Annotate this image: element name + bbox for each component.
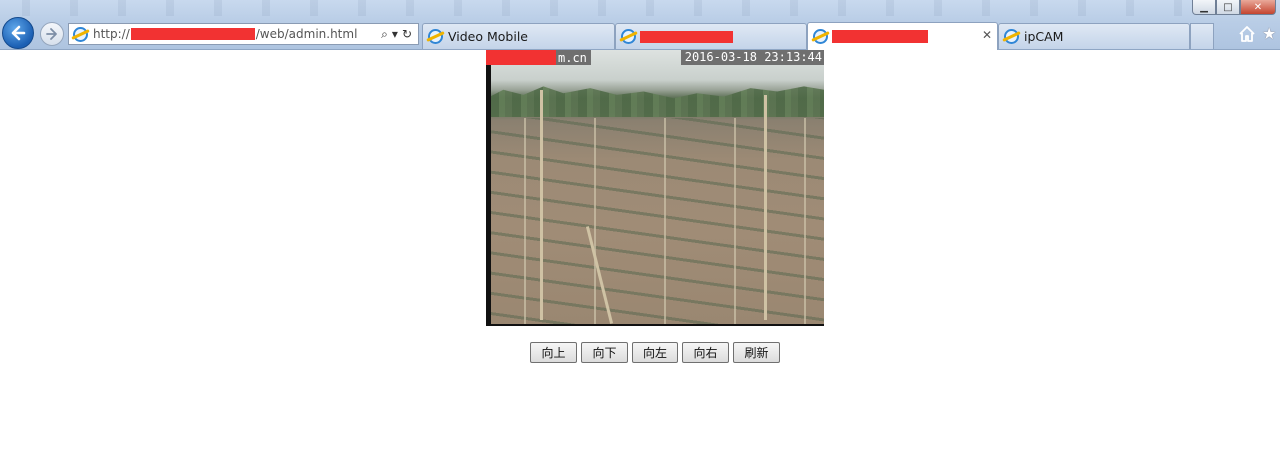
favorites-star-icon[interactable]: ★ xyxy=(1262,24,1276,43)
forward-button[interactable] xyxy=(40,22,64,46)
tab-label: Video Mobile xyxy=(448,29,528,44)
chevron-down-icon[interactable]: ▾ xyxy=(392,27,398,41)
address-tools: ⌕ ▾ ↻ xyxy=(381,27,418,42)
pan-left-button[interactable]: 向左 xyxy=(632,342,678,363)
camera-border xyxy=(486,50,491,326)
refresh-button[interactable]: 刷新 xyxy=(733,342,780,363)
tab-label-redaction xyxy=(640,30,733,43)
browser-chrome: ▁ □ ✕ http:// /web/admin.html ⌕ ▾ ↻ Video… xyxy=(0,0,1280,50)
ptz-controls: 向上 向下 向左 向右 刷新 xyxy=(530,342,780,363)
camera-border xyxy=(486,324,824,326)
url-path: /web/admin.html xyxy=(255,27,358,41)
pan-right-button[interactable]: 向右 xyxy=(682,342,729,363)
pan-up-button[interactable]: 向上 xyxy=(530,342,577,363)
tab-redacted-1[interactable] xyxy=(615,23,807,49)
tab-label-redaction xyxy=(832,30,928,43)
camera-image-pole xyxy=(764,95,767,320)
minimize-button[interactable]: ▁ xyxy=(1192,0,1216,15)
tab-video-mobile[interactable]: Video Mobile xyxy=(422,23,615,49)
new-tab-button[interactable] xyxy=(1190,23,1214,49)
ie-logo-icon xyxy=(1004,29,1019,44)
address-bar[interactable]: http:// /web/admin.html ⌕ ▾ ↻ xyxy=(68,23,419,45)
pan-down-button[interactable]: 向下 xyxy=(581,342,628,363)
tab-ipcam[interactable]: ipCAM xyxy=(998,23,1190,49)
url-redaction xyxy=(130,28,255,40)
tab-redacted-active[interactable]: ✕ xyxy=(807,22,998,50)
osd-name-redaction xyxy=(486,50,556,65)
url-prefix: http:// xyxy=(93,27,130,41)
close-window-button[interactable]: ✕ xyxy=(1240,0,1276,15)
home-icon[interactable] xyxy=(1238,25,1256,43)
title-bar xyxy=(0,0,1200,16)
osd-name-text: m.cn xyxy=(558,50,587,65)
camera-image-pole xyxy=(540,90,543,320)
close-tab-icon[interactable]: ✕ xyxy=(982,28,992,42)
ie-logo-icon xyxy=(73,26,88,42)
refresh-icon[interactable]: ↻ xyxy=(402,27,412,41)
osd-timestamp: 2016-03-18 23:13:44 xyxy=(680,50,824,65)
camera-view: m.cn 2016-03-18 23:13:44 xyxy=(486,50,824,326)
search-icon[interactable]: ⌕ xyxy=(381,27,388,42)
ie-logo-icon xyxy=(428,29,443,44)
maximize-button[interactable]: □ xyxy=(1216,0,1240,15)
ie-logo-icon xyxy=(813,29,828,44)
ie-logo-icon xyxy=(621,29,636,44)
back-arrow-icon xyxy=(11,25,26,41)
window-controls: ▁ □ ✕ xyxy=(1192,0,1276,16)
osd-camera-name: m.cn xyxy=(486,50,591,65)
back-button[interactable] xyxy=(2,17,34,49)
forward-arrow-icon xyxy=(46,28,57,40)
tab-label: ipCAM xyxy=(1024,29,1064,44)
